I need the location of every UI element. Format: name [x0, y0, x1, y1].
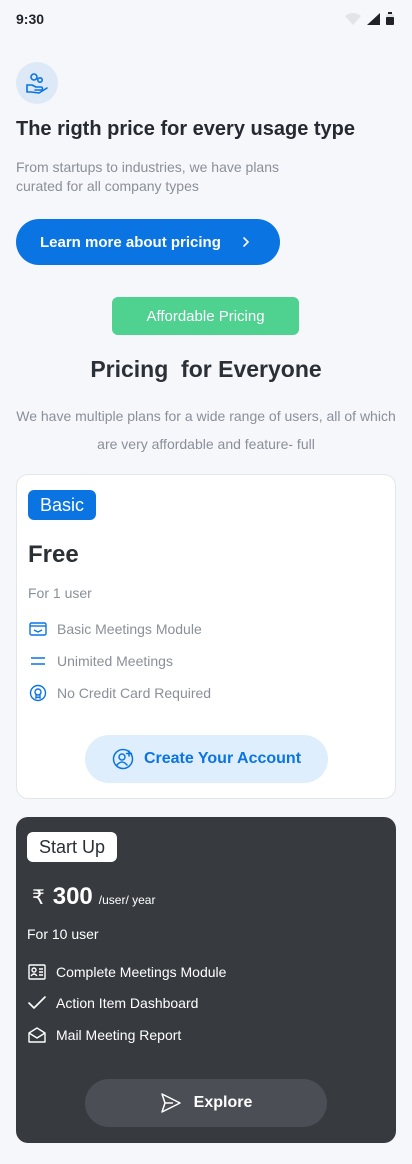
feature-item: Action Item Dashboard	[27, 993, 198, 1013]
explore-label: Explore	[193, 1094, 253, 1111]
feature-label: No Credit Card Required	[57, 685, 212, 701]
learn-more-label: Learn more about pricing	[40, 233, 221, 251]
plan-users: For 1 user	[28, 585, 92, 601]
battery-icon	[386, 12, 394, 25]
explore-button[interactable]: Explore	[85, 1079, 327, 1127]
plan-price: Free	[28, 541, 79, 568]
section-title: Pricing for Everyone	[90, 356, 322, 382]
plan-card-basic: Basic Free For 1 user Basic Meetings Mod…	[16, 474, 396, 799]
create-account-label: Create Your Account	[143, 750, 302, 767]
learn-more-pricing-button[interactable]: Learn more about pricing	[16, 219, 280, 265]
hand-coins-icon	[16, 62, 58, 104]
status-time: 9:30	[16, 11, 45, 27]
add-user-icon	[112, 748, 134, 770]
feature-label: Action Item Dashboard	[56, 995, 199, 1011]
feature-item: Mail Meeting Report	[27, 1025, 181, 1045]
affordable-pricing-badge: Affordable Pricing	[112, 297, 299, 335]
feature-label: Complete Meetings Module	[56, 964, 227, 980]
feature-item: Unimited Meetings	[28, 651, 173, 671]
open-mail-icon	[27, 1025, 47, 1045]
feature-label: Basic Meetings Module	[57, 621, 202, 637]
feature-label: Mail Meeting Report	[56, 1027, 182, 1043]
plan-users: For 10 user	[27, 926, 99, 942]
plan-card-startup: Start Up ₹ 300 /user/ year For 10 user C…	[16, 817, 396, 1143]
feature-label: Unimited Meetings	[57, 653, 173, 669]
badge-icon	[28, 683, 48, 703]
feature-item: Basic Meetings Module	[28, 619, 202, 639]
plan-price-row: ₹ 300 /user/ year	[32, 883, 155, 911]
section-subtitle: We have multiple plans for a wide range …	[16, 408, 396, 452]
currency-symbol: ₹	[32, 887, 45, 909]
create-account-button[interactable]: Create Your Account	[85, 735, 328, 783]
hero-subtitle: From startups to industries, we have pla…	[16, 159, 280, 194]
plan-period: /user/ year	[98, 893, 156, 907]
send-icon	[160, 1093, 181, 1113]
status-icons	[345, 12, 394, 25]
plan-badge: Basic	[28, 490, 97, 520]
chevron-right-icon	[243, 237, 250, 247]
wifi-icon	[345, 12, 361, 25]
hero-title: The rigth price for every usage type	[16, 118, 355, 140]
feature-item: Complete Meetings Module	[27, 962, 226, 982]
equals-icon	[28, 651, 48, 671]
signal-icon	[367, 12, 380, 25]
plan-price: 300	[52, 883, 93, 910]
plan-badge: Start Up	[27, 832, 118, 862]
mail-icon	[28, 619, 48, 639]
feature-item: No Credit Card Required	[28, 683, 211, 703]
id-card-icon	[27, 962, 47, 982]
check-icon	[27, 993, 47, 1013]
status-bar: 9:30	[0, 0, 412, 38]
